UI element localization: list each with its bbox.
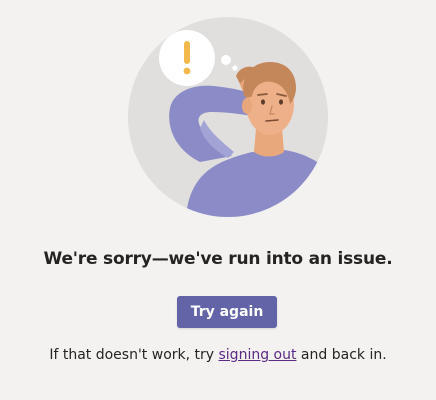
try-again-button[interactable]: Try again	[177, 296, 277, 328]
hint-text: If that doesn't work, try signing out an…	[0, 347, 436, 363]
hint-before: If that doesn't work, try	[49, 347, 219, 363]
exclamation-icon	[183, 41, 191, 75]
error-heading: We're sorry—we've run into an issue.	[43, 249, 393, 269]
error-page: We're sorry—we've run into an issue. Try…	[0, 0, 436, 400]
confused-person-illustration	[128, 17, 328, 217]
hint-after: and back in.	[296, 347, 387, 363]
sign-out-link[interactable]: signing out	[219, 347, 297, 363]
